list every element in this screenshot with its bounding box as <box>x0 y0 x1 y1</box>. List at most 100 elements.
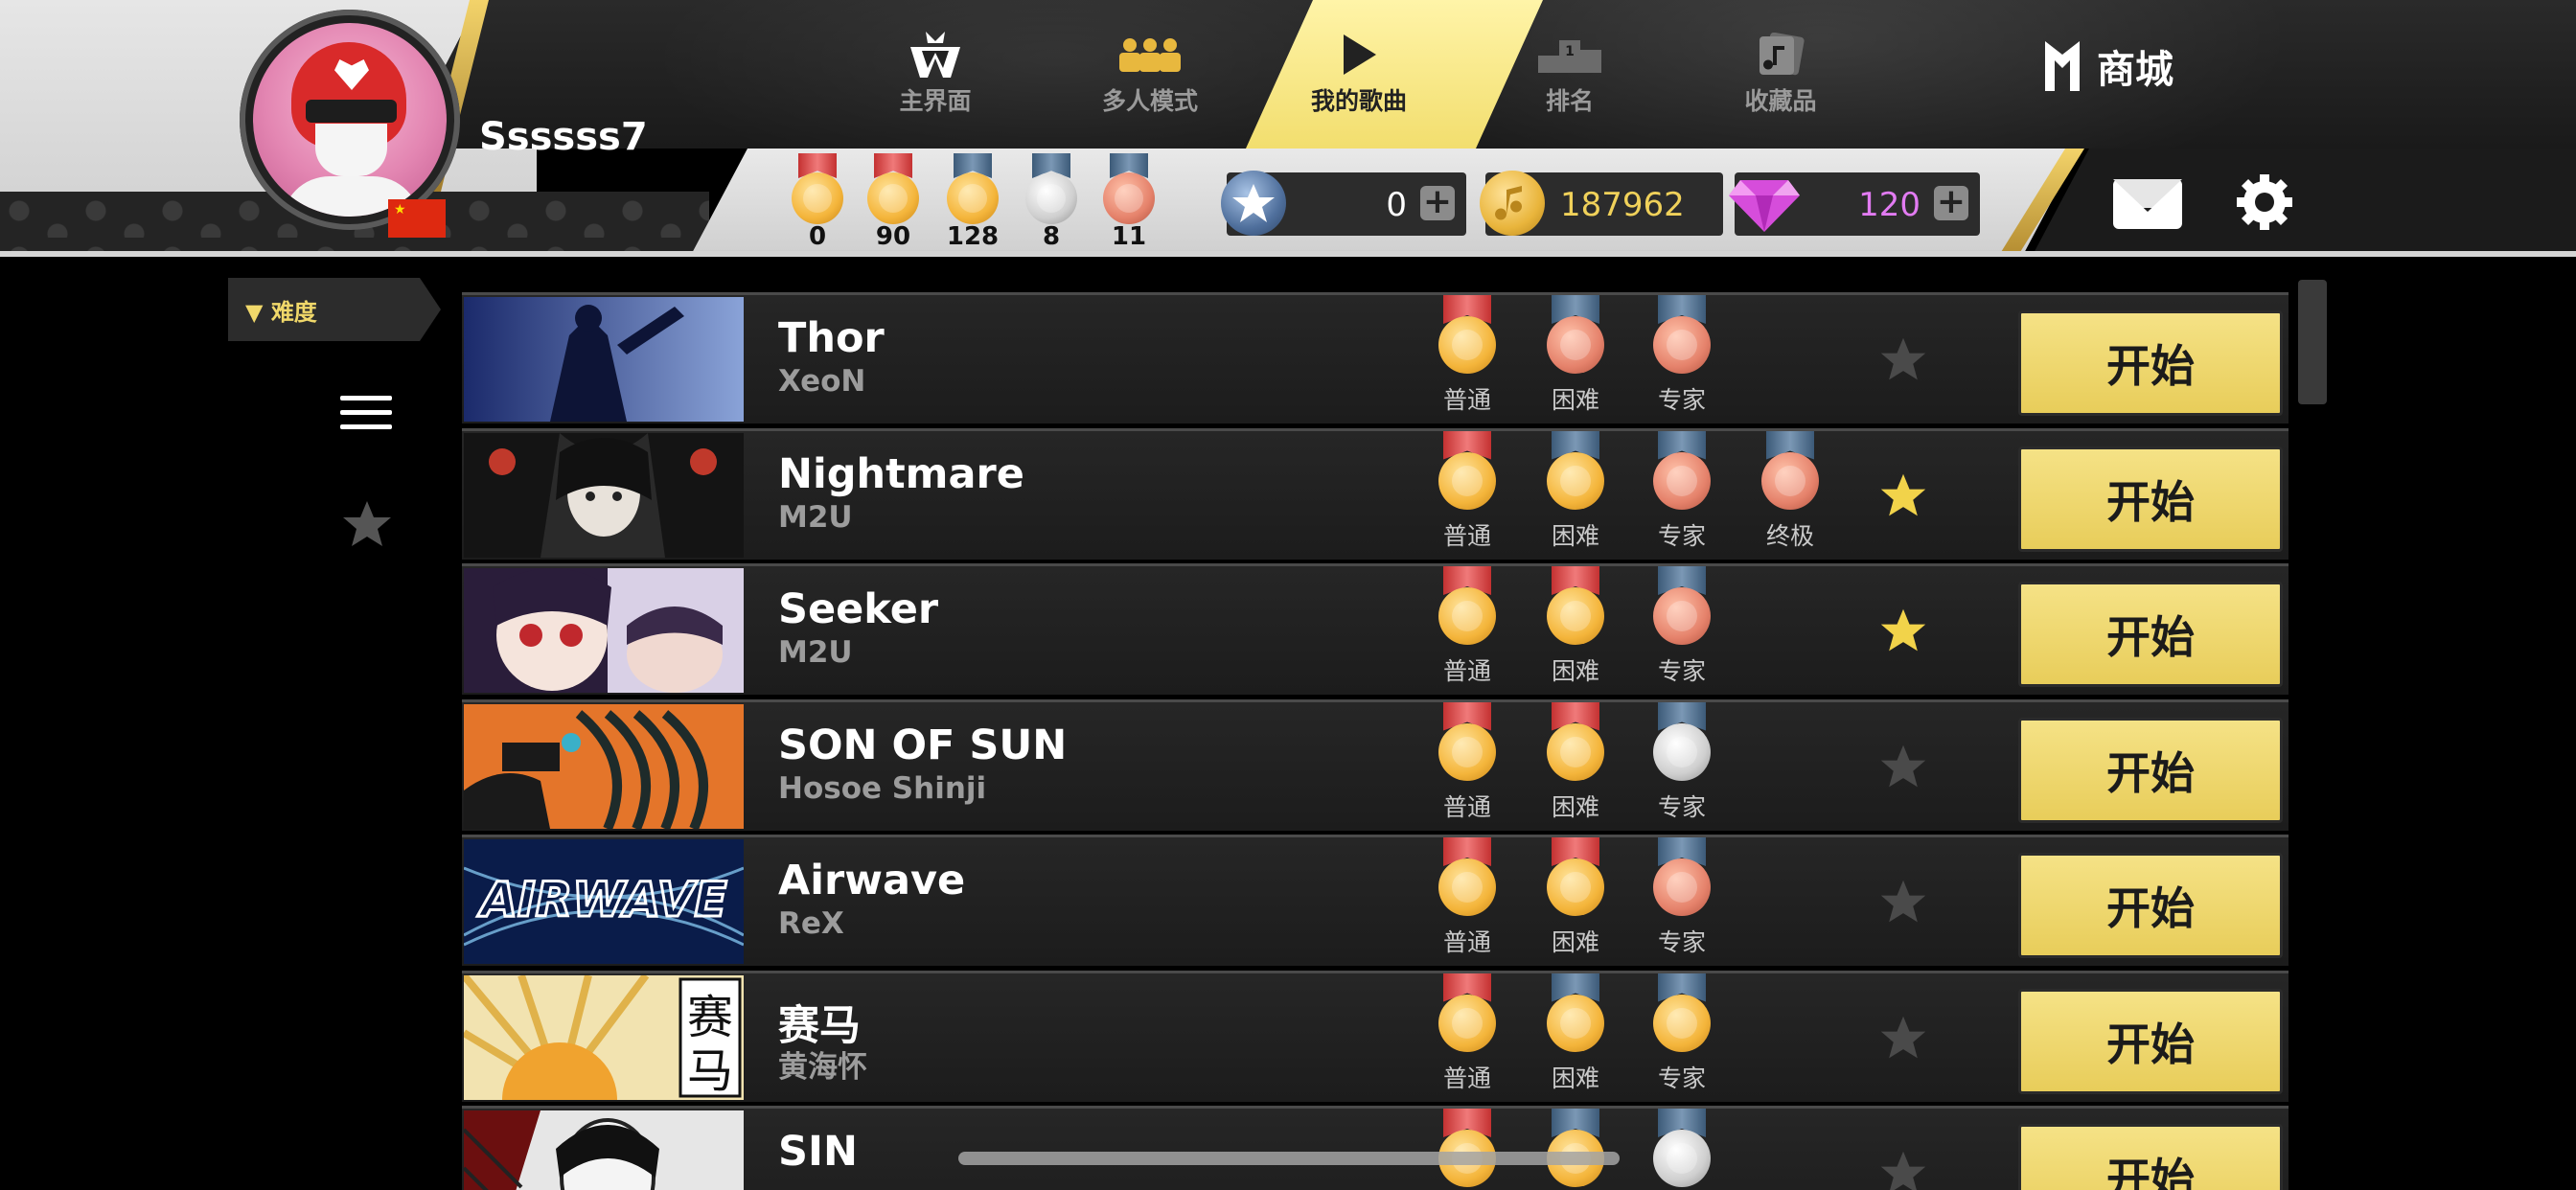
song-row[interactable]: Nightmare M2U 普通 困难 专家 终极 开始 <box>462 427 2288 560</box>
difficulty-0[interactable]: 普通 <box>1424 295 1510 416</box>
favorite-toggle[interactable] <box>1878 335 1928 385</box>
song-title: SON OF SUN <box>778 721 1068 769</box>
start-button[interactable]: 开始 <box>2018 1124 2283 1190</box>
difficulty-1[interactable]: 困难 <box>1532 295 1619 416</box>
song-cover-image: AIRWAVE <box>464 839 744 964</box>
difficulty-0[interactable]: 普通 <box>1424 430 1510 552</box>
hamburger-icon[interactable] <box>340 396 392 430</box>
gold-crown-medal-icon <box>1547 451 1604 510</box>
difficulty-label: 专家 <box>1657 1064 1706 1092</box>
song-row[interactable]: Thor XeoN 普通 困难 专家 开始 <box>462 292 2288 423</box>
bronze-crown-medal-icon <box>1653 316 1711 374</box>
gold-crown-medal-icon <box>1653 994 1711 1052</box>
medal-count-3: 8 <box>1023 153 1080 251</box>
nav-collection[interactable]: 收藏品 <box>1694 29 1867 120</box>
favorite-toggle[interactable] <box>1878 1014 1928 1064</box>
difficulty-1[interactable]: 困难 <box>1532 1109 1619 1190</box>
star-icon <box>1880 608 1926 652</box>
difficulty-1[interactable]: 困难 <box>1532 837 1619 958</box>
difficulty-label: 困难 <box>1551 386 1599 414</box>
home-indicator[interactable] <box>958 1152 1620 1165</box>
song-row[interactable]: 赛马赛马 黄海怀 普通 困难 专家 开始 <box>462 970 2288 1102</box>
gear-icon[interactable] <box>2235 172 2294 232</box>
music-coin-icon <box>1480 171 1545 236</box>
mail-icon[interactable] <box>2113 179 2182 229</box>
difficulty-0[interactable]: 普通 <box>1424 701 1510 823</box>
song-row[interactable]: SIN 普通困难专家 开始 <box>462 1106 2288 1190</box>
star-icon <box>1880 337 1926 380</box>
song-row[interactable]: AIRWAVE Airwave ReX 普通 困难 专家 开始 <box>462 835 2288 966</box>
start-button[interactable]: 开始 <box>2018 310 2283 416</box>
difficulty-2[interactable]: 专家 <box>1639 295 1725 416</box>
difficulty-label: 困难 <box>1551 792 1599 821</box>
top-bar-divider <box>0 251 2576 257</box>
coin-currency: 187962 <box>1480 171 1723 236</box>
gem-value: 120 <box>1858 186 1920 224</box>
start-button[interactable]: 开始 <box>2018 717 2283 823</box>
star-icon <box>1880 1016 1926 1058</box>
gold-crown-medal-icon <box>1438 587 1496 645</box>
medal-count-value: 90 <box>875 222 911 251</box>
nav-ranking[interactable]: 1 排名 <box>1484 29 1656 120</box>
start-button[interactable]: 开始 <box>2018 582 2283 687</box>
difficulty-2[interactable]: 专家 <box>1639 837 1725 958</box>
medal-count-4: 11 <box>1100 153 1158 251</box>
gold-crown-medal-icon <box>1438 316 1496 374</box>
song-cover-image <box>464 703 744 829</box>
gold-crown-medal-icon <box>1547 858 1604 916</box>
favorite-toggle[interactable] <box>1878 743 1928 792</box>
difficulty-1[interactable]: 困难 <box>1532 566 1619 687</box>
nav-multiplayer[interactable]: 多人模式 <box>1064 29 1236 120</box>
difficulty-label: 困难 <box>1551 657 1599 685</box>
username: Ssssss7 <box>479 115 648 159</box>
song-cover-image <box>464 297 744 422</box>
shop-button[interactable]: 商城 <box>2041 38 2174 94</box>
favorite-toggle[interactable] <box>1878 606 1928 656</box>
difficulty-0[interactable]: 普通 <box>1424 973 1510 1094</box>
song-list[interactable]: Thor XeoN 普通 困难 专家 开始 Nightmare M2U 普通 困难 专家 终极 开始 Se… <box>462 292 2288 1190</box>
song-row[interactable]: Seeker M2U 普通 困难 专家 开始 <box>462 563 2288 695</box>
difficulty-label: 普通 <box>1442 1064 1491 1092</box>
difficulty-2[interactable]: 专家 <box>1639 430 1725 552</box>
start-button[interactable]: 开始 <box>2018 853 2283 958</box>
medal-count-value: 128 <box>946 222 1000 251</box>
start-button[interactable]: 开始 <box>2018 988 2283 1094</box>
song-title: Thor <box>778 314 885 362</box>
difficulty-0[interactable]: 普通 <box>1424 1109 1510 1190</box>
difficulty-2[interactable]: 专家 <box>1639 566 1725 687</box>
difficulty-0[interactable]: 普通 <box>1424 837 1510 958</box>
add-gems-button[interactable]: + <box>1934 185 1968 220</box>
nav-my-songs[interactable]: 我的歌曲 <box>1273 29 1445 120</box>
nav-home[interactable]: 主界面 <box>849 29 1022 120</box>
favorite-toggle[interactable] <box>1878 878 1928 927</box>
difficulty-3[interactable]: 终极 <box>1747 430 1833 552</box>
svg-text:马: 马 <box>687 1044 733 1098</box>
avatar[interactable] <box>240 10 460 230</box>
star-icon <box>1880 880 1926 923</box>
difficulty-2[interactable]: 专家 <box>1639 1109 1725 1190</box>
difficulty-1[interactable]: 困难 <box>1532 430 1619 552</box>
difficulty-label: 普通 <box>1442 792 1491 821</box>
scrollbar[interactable] <box>2298 280 2327 404</box>
start-button[interactable]: 开始 <box>2018 446 2283 552</box>
medal-count-value: 0 <box>808 222 827 251</box>
difficulty-label: 普通 <box>1442 928 1491 956</box>
difficulty-sort-tab[interactable]: ▼ 难度 <box>228 278 441 341</box>
top-bar: ★ Ssssss7 主界面 多人模式 我的歌曲 1 排名 收藏品 商城 0 90… <box>0 0 2576 257</box>
music-card-icon <box>1694 29 1867 80</box>
favorite-toggle[interactable] <box>1878 471 1928 521</box>
difficulty-2[interactable]: 专家 <box>1639 973 1725 1094</box>
star-icon <box>1880 473 1926 515</box>
difficulty-2[interactable]: 专家 <box>1639 701 1725 823</box>
favorites-filter-button[interactable] <box>340 498 394 556</box>
add-stars-button[interactable]: + <box>1420 185 1455 220</box>
difficulty-1[interactable]: 困难 <box>1532 701 1619 823</box>
difficulty-0[interactable]: 普通 <box>1424 566 1510 687</box>
difficulty-1[interactable]: 困难 <box>1532 973 1619 1094</box>
song-row[interactable]: SON OF SUN Hosoe Shinji 普通 困难 专家 开始 <box>462 698 2288 831</box>
silver-crown-medal-icon <box>1653 1130 1711 1187</box>
gold-crown-medal-icon <box>1438 722 1496 781</box>
medal-count-0: 0 <box>789 153 846 251</box>
favorite-toggle[interactable] <box>1878 1149 1928 1190</box>
svg-text:1: 1 <box>1565 44 1575 59</box>
